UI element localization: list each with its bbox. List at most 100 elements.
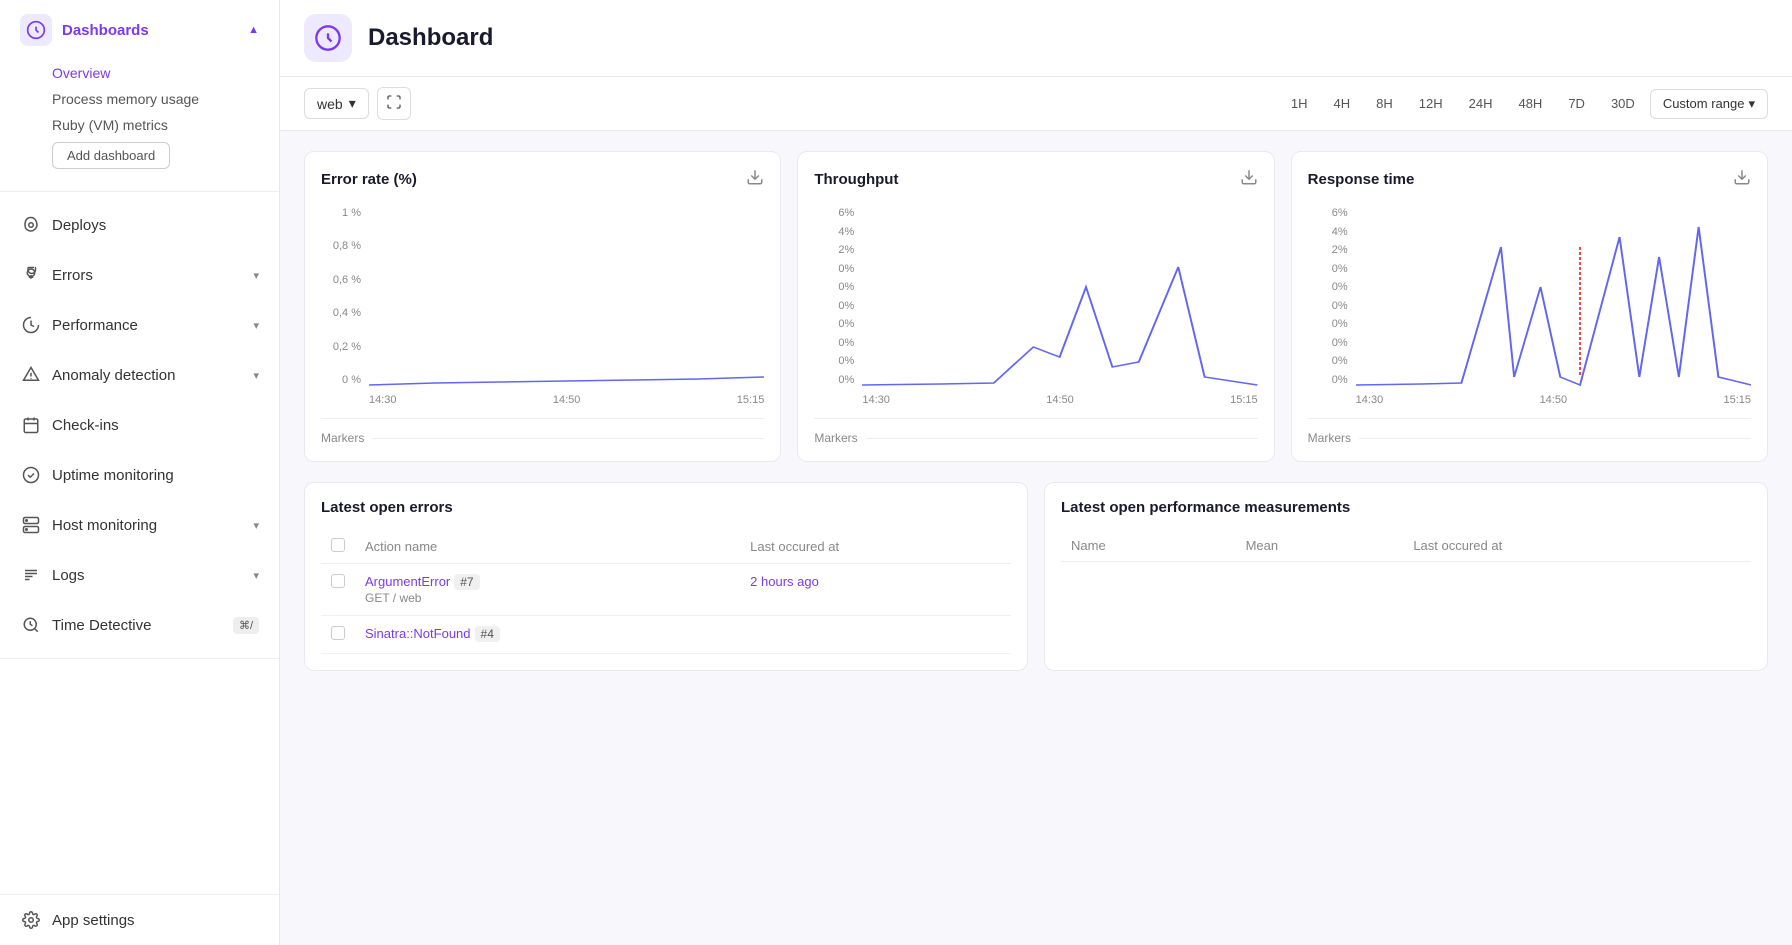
checkins-label: Check-ins: [52, 417, 119, 434]
topbar-icon: [304, 14, 352, 62]
response-time-markers-line: [1359, 438, 1751, 439]
row1-time: 2 hours ago: [740, 564, 1011, 616]
errors-table-title: Latest open errors: [321, 499, 1011, 516]
logs-icon: [20, 564, 42, 586]
table-row: ArgumentError#7 GET / web 2 hours ago: [321, 564, 1011, 616]
time-icon: [20, 614, 42, 636]
rocket-icon: [20, 214, 42, 236]
error-rate-markers: Markers: [321, 418, 764, 445]
time-detective-label: Time Detective: [52, 617, 151, 634]
toolbar: web ▾ 1H 4H 8H 12H 24H 48H 7D 30D Custom…: [280, 77, 1792, 131]
throughput-y-axis: 6%4%2%0%0%0%0%0%0%0%: [814, 207, 854, 406]
time-filters: 1H 4H 8H 12H 24H 48H 7D 30D Custom range…: [1280, 89, 1768, 119]
error-rate-export-button[interactable]: [746, 168, 764, 191]
time-btn-1h[interactable]: 1H: [1280, 89, 1319, 118]
custom-range-button[interactable]: Custom range ▾: [1650, 89, 1768, 119]
anomaly-chevron: ▾: [253, 369, 259, 382]
perf-table-card: Latest open performance measurements Nam…: [1044, 482, 1768, 671]
throughput-x-axis: 14:3014:5015:15: [862, 394, 1257, 406]
error-rate-header: Error rate (%): [321, 168, 764, 191]
throughput-export-button[interactable]: [1240, 168, 1258, 191]
error-rate-title: Error rate (%): [321, 171, 417, 188]
row1-time-link[interactable]: 2 hours ago: [750, 574, 819, 589]
gauge-icon: [20, 314, 42, 336]
sidebar-item-checkins[interactable]: Check-ins: [0, 400, 279, 450]
time-btn-7d[interactable]: 7D: [1557, 89, 1596, 118]
errors-table: Action name Last occured at ArgumentErro…: [321, 530, 1011, 654]
error-rate-markers-label: Markers: [321, 431, 364, 445]
error-rate-body: 1 %0,8 %0,6 %0,4 %0,2 %0 % 14:3014:5015:…: [321, 207, 764, 406]
sidebar-item-errors[interactable]: Errors ▾: [0, 250, 279, 300]
time-btn-30d[interactable]: 30D: [1600, 89, 1646, 118]
app-settings-label: App settings: [52, 912, 135, 929]
logs-chevron: ▾: [253, 569, 259, 582]
table-row: Sinatra::NotFound#4: [321, 616, 1011, 654]
error-rate-chart: Error rate (%) 1 %0,8 %0,6 %0,4 %0,2 %0 …: [304, 151, 781, 462]
response-time-title: Response time: [1308, 171, 1415, 188]
errors-chevron: ▾: [253, 269, 259, 282]
errors-label: Errors: [52, 267, 93, 284]
select-all-checkbox[interactable]: [331, 538, 345, 552]
perf-table: Name Mean Last occured at: [1061, 530, 1751, 562]
dashboards-chevron: ▲: [248, 24, 259, 36]
topbar: Dashboard: [280, 0, 1792, 77]
response-time-chart-area: 14:3014:5015:15: [1356, 207, 1751, 406]
sidebar-item-uptime-monitoring[interactable]: Uptime monitoring: [0, 450, 279, 500]
dashboard-sub-overview[interactable]: Overview: [52, 60, 259, 86]
logs-label: Logs: [52, 567, 85, 584]
response-time-export-button[interactable]: [1733, 168, 1751, 191]
sinatra-error-link[interactable]: Sinatra::NotFound: [365, 626, 471, 641]
row1-checkbox[interactable]: [331, 574, 345, 588]
sidebar-divider-2: [0, 658, 279, 659]
sidebar-item-performance[interactable]: Performance ▾: [0, 300, 279, 350]
throughput-markers-line: [866, 438, 1258, 439]
time-detective-kbd: ⌘/: [233, 617, 259, 634]
time-btn-48h[interactable]: 48H: [1507, 89, 1553, 118]
throughput-title: Throughput: [814, 171, 898, 188]
sidebar-divider-1: [0, 191, 279, 192]
web-dropdown-label: web: [317, 96, 343, 112]
sidebar-item-host-monitoring[interactable]: Host monitoring ▾: [0, 500, 279, 550]
sidebar-item-deploys[interactable]: Deploys: [0, 200, 279, 250]
throughput-chart: Throughput 6%4%2%0%0%0%0%0%0%0%: [797, 151, 1274, 462]
response-time-y-axis: 6%4%2%0%0%0%0%0%0%0%: [1308, 207, 1348, 406]
time-btn-4h[interactable]: 4H: [1323, 89, 1362, 118]
content-area: Error rate (%) 1 %0,8 %0,6 %0,4 %0,2 %0 …: [280, 131, 1792, 945]
row2-checkbox-cell: [321, 616, 355, 654]
row2-checkbox[interactable]: [331, 626, 345, 640]
time-btn-12h[interactable]: 12H: [1408, 89, 1454, 118]
perf-col-name: Name: [1061, 530, 1236, 562]
sidebar-item-logs[interactable]: Logs ▾: [0, 550, 279, 600]
dashboard-sub-ruby-vm[interactable]: Ruby (VM) metrics: [52, 112, 259, 138]
fullscreen-button[interactable]: [377, 87, 411, 120]
main-content: Dashboard web ▾ 1H 4H 8H 12H 24H 48H 7D …: [280, 0, 1792, 945]
uptime-label: Uptime monitoring: [52, 467, 174, 484]
errors-col-check: [321, 530, 355, 564]
dashboards-label: Dashboards: [62, 22, 149, 39]
time-btn-24h[interactable]: 24H: [1458, 89, 1504, 118]
perf-col-mean: Mean: [1236, 530, 1404, 562]
dashboard-icon: [20, 14, 52, 46]
sidebar-bottom: App settings: [0, 894, 279, 945]
sidebar: Dashboards ▲ Overview Process memory usa…: [0, 0, 280, 945]
argument-error-link[interactable]: ArgumentError: [365, 574, 450, 589]
error-badge-7: #7: [454, 574, 479, 590]
custom-range-chevron: ▾: [1748, 96, 1755, 112]
throughput-svg: [862, 207, 1257, 390]
dashboard-sub-process-memory[interactable]: Process memory usage: [52, 86, 259, 112]
sidebar-item-dashboards[interactable]: Dashboards ▲: [0, 0, 279, 60]
bottom-row: Latest open errors Action name Last occu…: [304, 482, 1768, 671]
row2-time: [740, 616, 1011, 654]
web-dropdown[interactable]: web ▾: [304, 88, 369, 119]
time-btn-8h[interactable]: 8H: [1365, 89, 1404, 118]
throughput-markers-label: Markers: [814, 431, 857, 445]
response-time-header: Response time: [1308, 168, 1751, 191]
response-time-chart: Response time 6%4%2%0%0%0%0%0%0%0%: [1291, 151, 1768, 462]
sidebar-item-anomaly-detection[interactable]: Anomaly detection ▾: [0, 350, 279, 400]
error-rate-svg: [369, 207, 764, 390]
sidebar-item-app-settings[interactable]: App settings: [0, 895, 279, 945]
deploys-label: Deploys: [52, 217, 106, 234]
add-dashboard-button[interactable]: Add dashboard: [52, 142, 170, 169]
sidebar-item-time-detective[interactable]: Time Detective ⌘/: [0, 600, 279, 650]
markers-line: [372, 438, 764, 439]
